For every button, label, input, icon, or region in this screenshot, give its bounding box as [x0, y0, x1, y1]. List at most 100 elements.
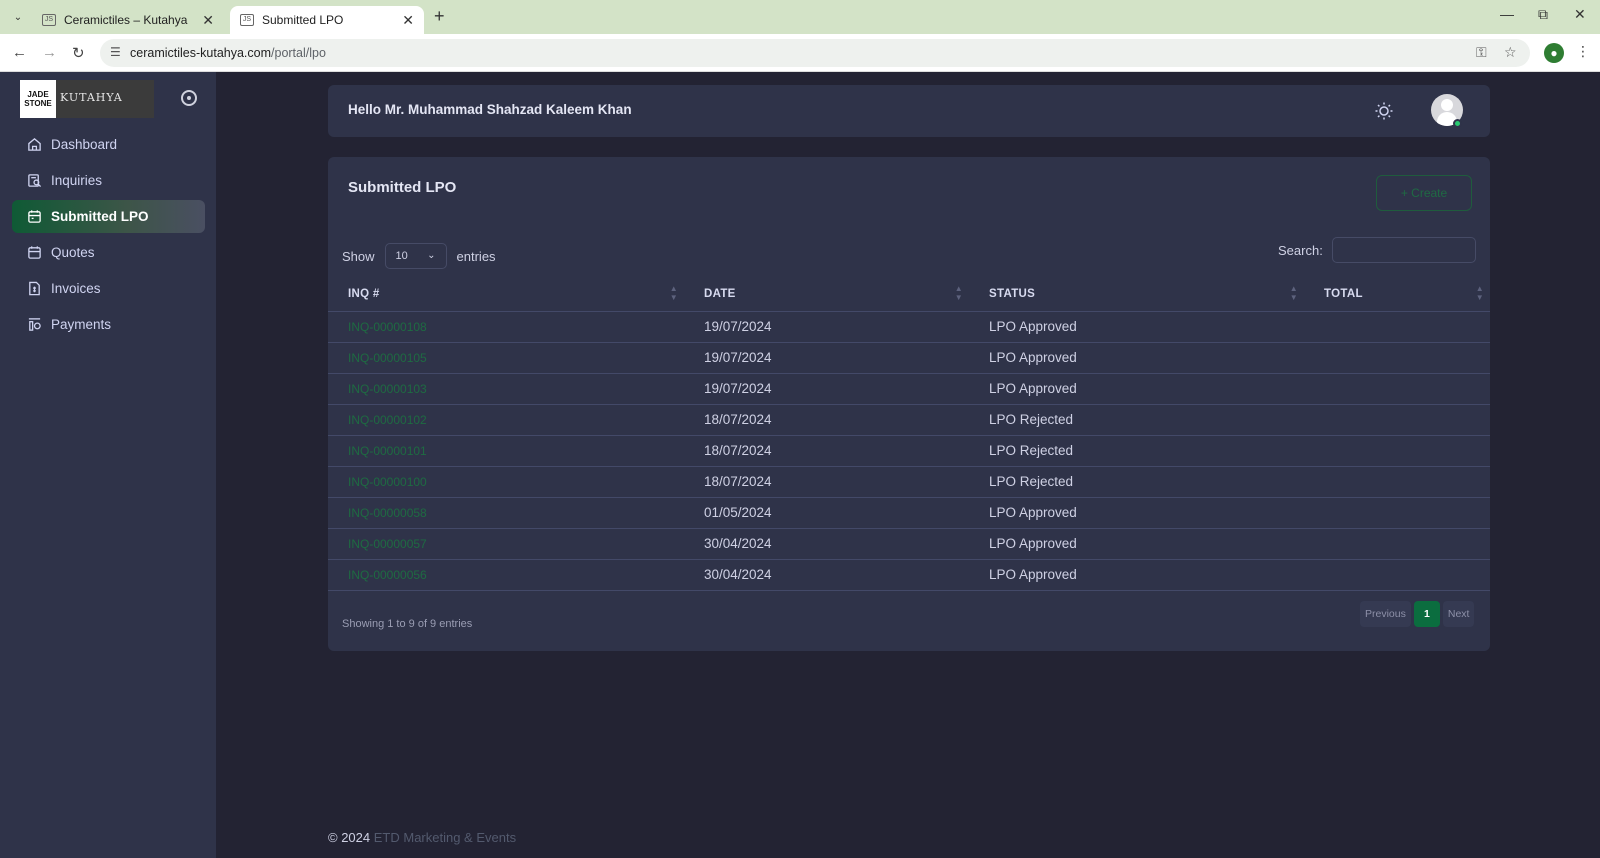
- site-info-icon[interactable]: ☰: [110, 45, 121, 59]
- entries-label: entries: [456, 248, 496, 264]
- date-cell: 19/07/2024: [684, 342, 969, 374]
- url-text: ceramictiles-kutahya.com/portal/lpo: [130, 46, 326, 60]
- close-tab-icon[interactable]: ✕: [402, 12, 414, 29]
- status-cell: LPO Approved: [969, 342, 1304, 374]
- date-cell: 19/07/2024: [684, 373, 969, 405]
- sidebar-item-quotes[interactable]: Quotes: [12, 236, 205, 269]
- sort-icon: ▲ ▼: [1289, 284, 1298, 302]
- sidebar-item-label: Inquiries: [51, 173, 103, 188]
- page-1-button[interactable]: 1: [1413, 601, 1440, 627]
- sort-icon: ▲ ▼: [954, 284, 963, 302]
- sidebar-item-payments[interactable]: Payments: [12, 308, 205, 341]
- top-header: Hello Mr. Muhammad Shahzad Kaleem Khan: [328, 85, 1490, 137]
- status-cell: LPO Approved: [969, 497, 1304, 529]
- new-tab-icon[interactable]: +: [434, 6, 445, 27]
- copyright-text: © 2024: [328, 830, 371, 845]
- payments-icon: [26, 317, 42, 333]
- sidebar-item-dashboard[interactable]: Dashboard: [12, 128, 205, 161]
- inq-link[interactable]: INQ-00000057: [328, 528, 684, 560]
- minimize-icon[interactable]: —: [1500, 6, 1514, 22]
- calendar-icon: [26, 209, 42, 225]
- page-title: Submitted LPO: [348, 179, 457, 196]
- status-cell: LPO Approved: [969, 528, 1304, 560]
- previous-page-button[interactable]: Previous: [1360, 601, 1411, 627]
- total-cell: [1304, 559, 1490, 591]
- sidebar-item-invoices[interactable]: Invoices: [12, 272, 205, 305]
- status-cell: LPO Rejected: [969, 435, 1304, 467]
- pagination: Previous 1 Next: [1360, 601, 1475, 627]
- browser-tab-submitted-lpo[interactable]: JS Submitted LPO ✕: [230, 6, 424, 34]
- table-row: INQ-00000105 19/07/2024 LPO Approved: [328, 342, 1490, 374]
- inq-link[interactable]: INQ-00000103: [328, 373, 684, 405]
- column-header-status[interactable]: STATUS ▲ ▼: [969, 277, 1304, 312]
- column-header-total[interactable]: TOTAL ▲ ▼: [1304, 277, 1490, 312]
- inq-link[interactable]: INQ-00000058: [328, 497, 684, 529]
- sidebar-item-label: Quotes: [51, 245, 95, 260]
- jade-stone-logo: JADE STONE: [20, 80, 56, 118]
- browser-tab-ceramictiles[interactable]: JS Ceramictiles – Kutahya ✕: [32, 6, 224, 34]
- browser-tab-bar: ⌄ JS Ceramictiles – Kutahya ✕ JS Submitt…: [0, 0, 1600, 34]
- status-cell: LPO Rejected: [969, 466, 1304, 498]
- total-cell: [1304, 404, 1490, 436]
- favicon-icon: JS: [42, 14, 56, 26]
- window-close-icon[interactable]: ✕: [1574, 6, 1586, 23]
- date-cell: 19/07/2024: [684, 311, 969, 343]
- bookmark-star-icon[interactable]: ☆: [1504, 44, 1517, 61]
- search-input[interactable]: [1332, 237, 1476, 263]
- create-button[interactable]: + Create: [1376, 175, 1472, 211]
- greeting-text: Hello Mr. Muhammad Shahzad Kaleem Khan: [348, 102, 632, 117]
- total-cell: [1304, 528, 1490, 560]
- table-row: INQ-00000058 01/05/2024 LPO Approved: [328, 497, 1490, 529]
- sidebar-toggle-icon[interactable]: [181, 90, 197, 106]
- sort-icon: ▲ ▼: [669, 284, 678, 302]
- address-bar[interactable]: ☰ ceramictiles-kutahya.com/portal/lpo ⚿ …: [100, 39, 1530, 67]
- inq-link[interactable]: INQ-00000101: [328, 435, 684, 467]
- total-cell: [1304, 373, 1490, 405]
- table-header-row: INQ # ▲ ▼ DATE ▲ ▼ STATUS ▲ ▼ TOTAL ▲ ▼: [328, 277, 1490, 312]
- sidebar-item-inquiries[interactable]: Inquiries: [12, 164, 205, 197]
- tab-search-chevron-icon[interactable]: ⌄: [8, 7, 28, 27]
- forward-icon[interactable]: →: [42, 44, 57, 61]
- inq-link[interactable]: INQ-00000108: [328, 311, 684, 343]
- invoice-icon: [26, 281, 42, 297]
- table-row: INQ-00000101 18/07/2024 LPO Rejected: [328, 435, 1490, 467]
- table-row: INQ-00000056 30/04/2024 LPO Approved: [328, 559, 1490, 591]
- total-cell: [1304, 466, 1490, 498]
- password-key-icon[interactable]: ⚿: [1476, 44, 1487, 61]
- sidebar-item-label: Dashboard: [51, 137, 118, 152]
- date-cell: 18/07/2024: [684, 435, 969, 467]
- inq-link[interactable]: INQ-00000102: [328, 404, 684, 436]
- footer-company-link[interactable]: ETD Marketing & Events: [374, 830, 516, 845]
- page-size-value: 10: [395, 250, 408, 262]
- profile-icon[interactable]: ●: [1544, 43, 1564, 63]
- sidebar-item-submitted-lpo[interactable]: Submitted LPO: [12, 200, 205, 233]
- close-tab-icon[interactable]: ✕: [202, 12, 214, 29]
- column-header-date[interactable]: DATE ▲ ▼: [684, 277, 969, 312]
- date-cell: 18/07/2024: [684, 404, 969, 436]
- chevron-down-icon: ⌄: [427, 250, 436, 261]
- theme-toggle-sun-icon[interactable]: [1374, 101, 1394, 121]
- column-header-inq[interactable]: INQ # ▲ ▼: [328, 277, 684, 312]
- kutahya-logo: KUTAHYA: [60, 91, 123, 104]
- back-icon[interactable]: ←: [12, 44, 27, 61]
- restore-icon[interactable]: ⧉: [1538, 6, 1548, 23]
- next-page-button[interactable]: Next: [1442, 601, 1475, 627]
- total-cell: [1304, 497, 1490, 529]
- reload-icon[interactable]: ↻: [72, 44, 85, 62]
- company-logo[interactable]: JADE STONE KUTAHYA: [20, 80, 154, 118]
- sidebar-item-label: Payments: [51, 317, 112, 332]
- inq-link[interactable]: INQ-00000105: [328, 342, 684, 374]
- sort-icon: ▲ ▼: [1475, 284, 1484, 302]
- lpo-table: INQ # ▲ ▼ DATE ▲ ▼ STATUS ▲ ▼ TOTAL ▲ ▼ INQ-0000…: [328, 277, 1490, 591]
- inq-link[interactable]: INQ-00000100: [328, 466, 684, 498]
- total-cell: [1304, 435, 1490, 467]
- inquiry-icon: [26, 173, 42, 189]
- sidebar-menu: Dashboard Inquiries Submitted LPO Quotes…: [12, 128, 205, 344]
- table-info-text: Showing 1 to 9 of 9 entries: [342, 618, 473, 630]
- page-size-select[interactable]: 10 ⌄: [384, 243, 447, 269]
- show-label: Show: [342, 248, 375, 264]
- table-row: INQ-00000102 18/07/2024 LPO Rejected: [328, 404, 1490, 436]
- date-cell: 30/04/2024: [684, 559, 969, 591]
- browser-menu-icon[interactable]: ⋮: [1576, 43, 1590, 60]
- inq-link[interactable]: INQ-00000056: [328, 559, 684, 591]
